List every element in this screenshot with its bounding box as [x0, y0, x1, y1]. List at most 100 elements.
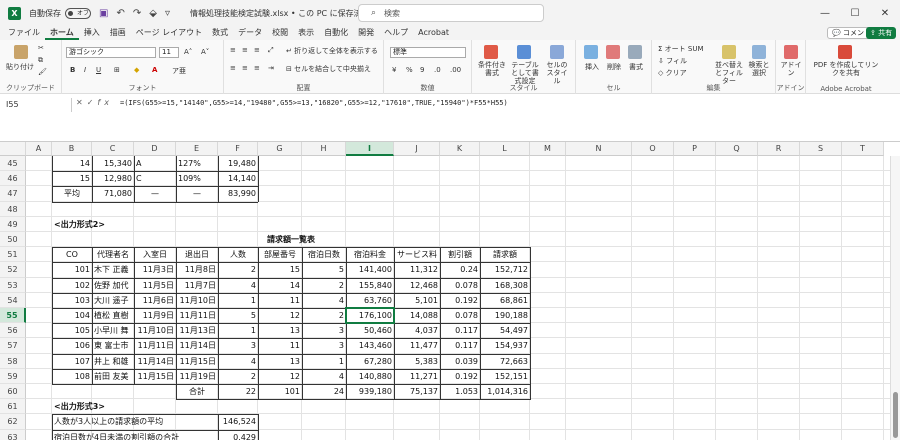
merge-center-button[interactable]: ⊟ セルを結合して中央揃え: [286, 64, 371, 74]
row-header-57[interactable]: 57: [0, 338, 26, 354]
format-cells-icon[interactable]: [628, 45, 642, 59]
cell-styles-button[interactable]: セルのスタイル: [544, 61, 570, 85]
currency-icon[interactable]: ¥: [392, 66, 396, 74]
column-header-q[interactable]: Q: [716, 142, 758, 156]
section2-title[interactable]: <出力形式2>: [52, 217, 172, 232]
top-table-cell[interactable]: 127%: [176, 156, 218, 171]
orientation-icon[interactable]: ⤢: [268, 46, 274, 55]
format-as-table-icon[interactable]: [517, 45, 531, 59]
create-pdf-button[interactable]: PDF を作成してリンクを共有: [812, 61, 880, 77]
column-header-s[interactable]: S: [800, 142, 842, 156]
addin-button[interactable]: アドイン: [780, 61, 802, 77]
align-right-icon[interactable]: ≡: [254, 64, 260, 72]
column-header-h[interactable]: H: [302, 142, 346, 156]
top-table-cell[interactable]: 平均: [52, 186, 92, 201]
row-header-51[interactable]: 51: [0, 247, 26, 263]
customize-qat-icon[interactable]: ▿: [165, 8, 170, 19]
tab-data[interactable]: データ: [233, 26, 267, 40]
column-header-m[interactable]: M: [530, 142, 566, 156]
font-color-icon[interactable]: A: [152, 66, 157, 74]
section3-title[interactable]: <出力形式3>: [52, 399, 172, 414]
select-all-corner[interactable]: [0, 142, 26, 156]
cut-icon[interactable]: ✂: [38, 44, 44, 52]
comma-icon[interactable]: 9: [420, 66, 424, 74]
tab-review[interactable]: 校閲: [267, 26, 293, 40]
maximize-icon[interactable]: ☐: [840, 8, 870, 19]
top-table-cell[interactable]: 15: [52, 171, 92, 186]
row-header-52[interactable]: 52: [0, 262, 26, 278]
top-table-cell[interactable]: —: [134, 186, 176, 201]
tab-insert[interactable]: 挿入: [79, 26, 105, 40]
enter-icon[interactable]: ✓: [87, 98, 98, 107]
top-table-cell[interactable]: 109%: [176, 171, 218, 186]
bold-icon[interactable]: B: [70, 66, 75, 74]
paste-icon[interactable]: [14, 45, 28, 59]
decrease-decimal-icon[interactable]: .00: [450, 66, 461, 74]
copy-icon[interactable]: ⧉: [38, 56, 43, 65]
align-middle-icon[interactable]: ≡: [242, 46, 248, 54]
align-top-icon[interactable]: ≡: [230, 46, 236, 54]
tab-file[interactable]: ファイル: [3, 26, 45, 40]
top-table-cell[interactable]: C: [134, 171, 176, 186]
font-size-select[interactable]: 11: [159, 47, 179, 58]
align-center-icon[interactable]: ≡: [242, 64, 248, 72]
row-header-60[interactable]: 60: [0, 384, 26, 400]
top-table-cell[interactable]: 12,980: [92, 171, 134, 186]
row-header-47[interactable]: 47: [0, 186, 26, 202]
cell-styles-icon[interactable]: [550, 45, 564, 59]
increase-decimal-icon[interactable]: .0: [434, 66, 441, 74]
redo-icon[interactable]: ↷: [133, 8, 141, 19]
cancel-icon[interactable]: ✕: [76, 98, 87, 107]
addin-icon[interactable]: [784, 45, 798, 59]
font-name-select[interactable]: 游ゴシック: [66, 47, 156, 58]
find-select-icon[interactable]: [752, 45, 766, 59]
column-header-d[interactable]: D: [134, 142, 176, 156]
row-header-53[interactable]: 53: [0, 277, 26, 293]
paste-button[interactable]: 貼り付け: [6, 62, 34, 72]
autosum-button[interactable]: Σ オート SUM: [658, 44, 704, 54]
top-table-cell[interactable]: —: [176, 186, 218, 201]
column-header-o[interactable]: O: [632, 142, 674, 156]
tab-draw[interactable]: 描画: [105, 26, 131, 40]
row-header-58[interactable]: 58: [0, 353, 26, 369]
border-icon[interactable]: ⊞: [114, 66, 120, 74]
row-header-50[interactable]: 50: [0, 232, 26, 248]
row-header-61[interactable]: 61: [0, 399, 26, 415]
scrollbar-thumb[interactable]: [893, 392, 898, 438]
tab-help[interactable]: ヘルプ: [379, 26, 413, 40]
column-header-j[interactable]: J: [394, 142, 440, 156]
row-header-45[interactable]: 45: [0, 156, 26, 172]
row-header-56[interactable]: 56: [0, 323, 26, 339]
column-header-g[interactable]: G: [258, 142, 302, 156]
column-header-t[interactable]: T: [842, 142, 884, 156]
row-header-46[interactable]: 46: [0, 171, 26, 187]
align-bottom-icon[interactable]: ≡: [254, 46, 260, 54]
fill-color-icon[interactable]: ◆: [134, 66, 139, 74]
clear-button[interactable]: ◇ クリア: [658, 68, 687, 78]
document-title[interactable]: 情報処理技能検定試験.xlsx • この PC に保存済み ⌄: [190, 8, 379, 19]
top-table-cell[interactable]: 83,990: [218, 186, 258, 201]
column-header-n[interactable]: N: [566, 142, 632, 156]
top-table-cell[interactable]: 14: [52, 156, 92, 171]
tab-developer[interactable]: 開発: [353, 26, 379, 40]
shrink-font-icon[interactable]: A˅: [201, 48, 209, 56]
selected-cell[interactable]: [345, 307, 395, 325]
close-icon[interactable]: ✕: [870, 8, 900, 19]
conditional-format-button[interactable]: 条件付き書式: [478, 61, 506, 77]
italic-icon[interactable]: I: [84, 66, 86, 74]
top-table-cell[interactable]: 71,080: [92, 186, 134, 201]
minimize-icon[interactable]: —: [810, 8, 840, 19]
tab-formulas[interactable]: 数式: [207, 26, 233, 40]
share-button[interactable]: ⇪ 共有: [866, 27, 897, 39]
percent-icon[interactable]: %: [406, 66, 413, 74]
insert-cells-icon[interactable]: [584, 45, 598, 59]
pdf-icon[interactable]: [838, 45, 852, 59]
column-header-b[interactable]: B: [52, 142, 92, 156]
column-header-a[interactable]: A: [26, 142, 52, 156]
top-table-cell[interactable]: 15,340: [92, 156, 134, 171]
search-box[interactable]: ⌕ 検索: [358, 4, 544, 22]
undo-icon[interactable]: ↶: [116, 8, 124, 19]
top-table-cell[interactable]: 14,140: [218, 171, 258, 186]
top-table-cell[interactable]: A: [134, 156, 176, 171]
fill-button[interactable]: ⇩ フィル: [658, 56, 687, 66]
